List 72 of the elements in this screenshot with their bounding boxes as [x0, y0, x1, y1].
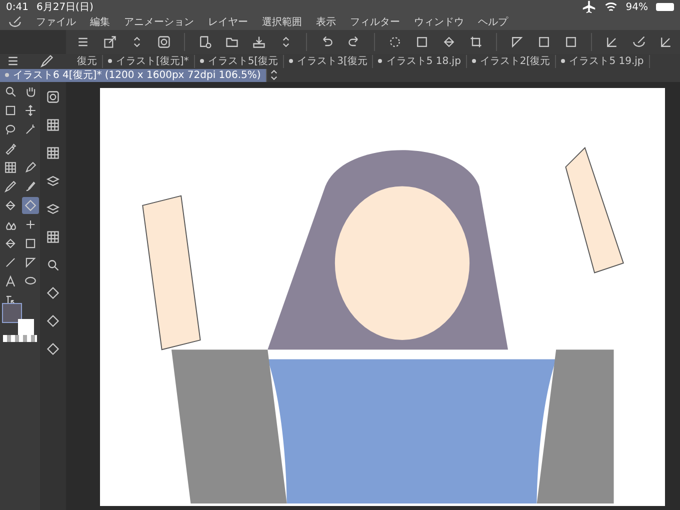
menu-item[interactable]: ファイル	[36, 15, 76, 29]
menu-item[interactable]: レイヤー	[208, 15, 248, 29]
eraser-icon[interactable]	[46, 286, 60, 300]
menu-item[interactable]: フィルター	[350, 15, 400, 29]
text-icon[interactable]	[4, 275, 16, 288]
dot-icon	[108, 59, 112, 63]
line-icon[interactable]	[4, 256, 16, 269]
dot-icon	[200, 59, 204, 63]
app-logo-icon[interactable]	[8, 15, 22, 29]
menu-item[interactable]: ウィンドウ	[414, 15, 464, 29]
dot-icon	[561, 59, 566, 63]
fill-icon[interactable]	[442, 35, 456, 49]
triangle-icon[interactable]	[510, 35, 524, 49]
pen-icon[interactable]	[24, 161, 36, 174]
search-icon[interactable]	[46, 258, 60, 272]
square-icon[interactable]	[564, 35, 578, 49]
document-tab[interactable]: イラスト5 19.jp	[556, 54, 650, 68]
new-file-icon[interactable]	[198, 35, 212, 49]
dot-icon	[289, 59, 294, 63]
pencil-icon[interactable]	[40, 54, 54, 68]
square-icon[interactable]	[415, 35, 429, 49]
wifi-icon	[604, 0, 618, 14]
eraser-icon[interactable]	[46, 342, 60, 356]
dotted-circle-icon[interactable]	[388, 35, 402, 49]
date: 6月27日(日)	[36, 1, 94, 14]
menu-item[interactable]: ヘルプ	[478, 15, 508, 29]
airplane-icon	[582, 0, 596, 14]
fill-icon[interactable]	[4, 237, 16, 250]
folder-icon[interactable]	[225, 35, 239, 49]
sub-color-swatch[interactable]	[18, 318, 34, 334]
brush-icon[interactable]	[24, 180, 36, 193]
eyedropper-icon[interactable]	[4, 142, 16, 155]
eraser-icon[interactable]	[46, 314, 60, 328]
undo-icon[interactable]	[320, 35, 334, 49]
menu-item[interactable]: 選択範囲	[262, 15, 302, 29]
list-icon[interactable]	[6, 54, 20, 68]
save-icon[interactable]	[252, 35, 266, 49]
canvas[interactable]	[100, 88, 665, 506]
document-tab[interactable]: イラスト2[復元	[466, 54, 556, 68]
document-tab[interactable]: イラスト3[復元	[284, 54, 374, 68]
zoom-icon[interactable]	[4, 85, 16, 98]
dot-icon	[472, 59, 476, 63]
time: 0:41	[6, 2, 28, 12]
ruler-icon[interactable]	[24, 256, 36, 269]
battery-icon	[656, 3, 674, 11]
hand-icon[interactable]	[24, 85, 36, 98]
magic-wand-icon[interactable]	[24, 123, 36, 136]
transparent-color-swatch[interactable]	[3, 335, 37, 342]
main-color-swatch[interactable]	[2, 302, 22, 322]
document-tab[interactable]: 復元	[72, 54, 103, 68]
curve-ruler-icon[interactable]	[632, 35, 646, 49]
document-tab[interactable]: イラスト5 18.jp	[373, 54, 467, 68]
document-tab[interactable]: イラスト5[復元	[194, 54, 284, 68]
move-icon[interactable]	[24, 104, 36, 117]
pencil-icon[interactable]	[4, 180, 16, 193]
menu-item[interactable]: アニメーション	[124, 15, 194, 29]
menu-item[interactable]: 表示	[316, 15, 336, 29]
dot-icon	[378, 59, 382, 63]
document-tab[interactable]: イラスト6 4[復元]* (1200 x 1600px 72dpi 106.5%)	[0, 68, 267, 82]
ruler-icon[interactable]	[659, 35, 673, 49]
menu-item[interactable]: 編集	[90, 15, 110, 29]
redo-icon[interactable]	[347, 35, 361, 49]
ruler-icon[interactable]	[605, 35, 619, 49]
layers-icon[interactable]	[46, 202, 60, 216]
layer-stack-icon[interactable]	[46, 174, 60, 188]
menu-icon[interactable]	[76, 35, 90, 49]
lasso-icon[interactable]	[4, 123, 16, 136]
dot-icon	[5, 73, 9, 77]
battery-percent: 94%	[626, 2, 648, 12]
document-tab[interactable]: イラスト[復元]*	[103, 54, 195, 68]
transform-icon[interactable]	[103, 35, 117, 49]
crop-icon[interactable]	[469, 35, 483, 49]
